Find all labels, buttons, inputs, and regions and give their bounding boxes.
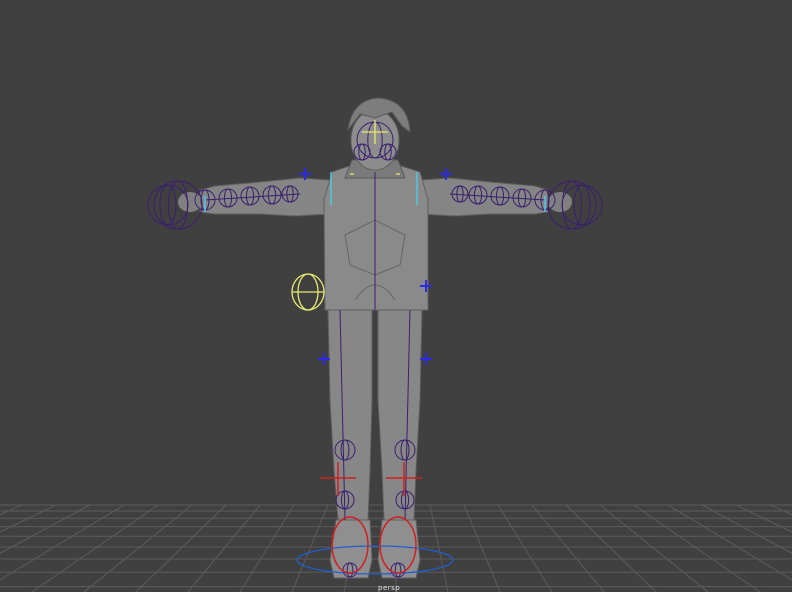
ground-ring-control[interactable] (296, 545, 454, 575)
camera-label: persp (378, 584, 401, 592)
right-leg-mesh[interactable] (377, 309, 423, 521)
right-boot-mesh[interactable] (377, 519, 421, 579)
3d-viewport[interactable]: persp (0, 0, 792, 592)
character-mesh[interactable] (178, 97, 572, 579)
left-boot-mesh[interactable] (329, 519, 373, 579)
torso-mesh[interactable] (323, 163, 429, 311)
scene-canvas[interactable] (0, 0, 792, 592)
right-arm-mesh[interactable] (419, 177, 549, 217)
left-leg-mesh[interactable] (327, 309, 373, 521)
left-hand-mesh[interactable] (178, 192, 202, 212)
right-hand-mesh[interactable] (548, 192, 572, 212)
